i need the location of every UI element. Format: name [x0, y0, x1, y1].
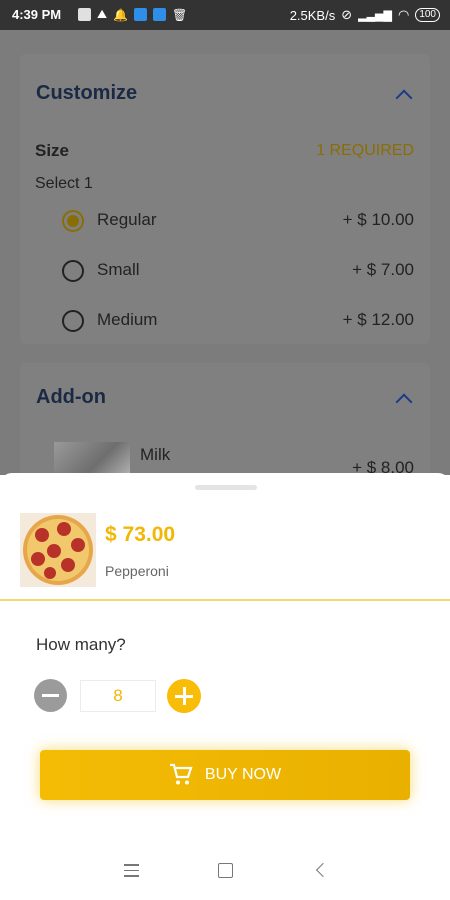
- navigation-bar: [0, 840, 450, 900]
- buy-now-button[interactable]: BUY NOW: [40, 750, 410, 800]
- notification-icons: ⛰ 🔔 🗑: [78, 7, 187, 22]
- product-name: Pepperoni: [105, 563, 169, 579]
- radio-medium[interactable]: [62, 310, 84, 332]
- decrease-button[interactable]: [34, 679, 67, 712]
- option-label[interactable]: Regular: [97, 210, 157, 230]
- status-bar: aaaaa t ias...aticidunt vestibulum 4:39 …: [0, 0, 450, 30]
- home-icon[interactable]: [218, 863, 233, 878]
- app-icon: [134, 8, 148, 21]
- customize-title: Customize: [36, 82, 138, 104]
- addon-label: Milk: [140, 445, 171, 464]
- radio-small[interactable]: [62, 260, 84, 282]
- size-label: Size: [35, 141, 70, 160]
- product-price: $ 73.00: [105, 523, 176, 546]
- status-time: 4:39 PM: [12, 7, 62, 22]
- battery-icon: 100: [415, 8, 440, 22]
- required-badge: 1 REQUIRED: [316, 142, 414, 159]
- wifi-icon: ◠: [397, 7, 410, 22]
- menu-icon[interactable]: [124, 864, 139, 881]
- increase-button[interactable]: [167, 679, 201, 713]
- net-speed: 2.5KB/s: [289, 7, 336, 23]
- background-page: Customize Size 1 REQUIRED Select 1 Regul…: [0, 30, 450, 477]
- bell-icon: 🔔: [113, 7, 129, 22]
- addon-title: Add-on: [36, 386, 106, 408]
- select-hint: Select 1: [35, 175, 93, 192]
- drag-handle[interactable]: [195, 485, 257, 490]
- signal-icon: ▂▃▅▇: [358, 9, 392, 22]
- option-label[interactable]: Medium: [97, 310, 157, 330]
- option-price: + $ 12.00: [342, 310, 414, 329]
- option-price: + $ 7.00: [352, 260, 414, 279]
- mountain-icon: ⛰: [97, 7, 108, 21]
- bottom-sheet: $ 73.00 Pepperoni How many? 8 BUY NOW: [0, 473, 450, 840]
- trash-icon: 🗑: [172, 7, 188, 22]
- customize-card: Customize: [20, 54, 430, 344]
- app-icon: [153, 8, 167, 21]
- quantity-field[interactable]: 8: [80, 680, 156, 712]
- buy-now-label: BUY NOW: [204, 766, 282, 783]
- radio-regular[interactable]: [62, 210, 84, 232]
- option-price: + $ 10.00: [342, 210, 414, 229]
- divider: [0, 599, 450, 601]
- alarm-off-icon: ⊘: [341, 7, 353, 22]
- addon-image: [54, 442, 130, 474]
- chevron-up-icon[interactable]: [395, 393, 413, 411]
- status-right: 2.5KB/s ⊘ ▂▃▅▇ ◠ 100: [290, 7, 440, 23]
- chevron-up-icon[interactable]: [395, 89, 413, 107]
- message-icon: [78, 8, 91, 21]
- cart-icon: [169, 763, 193, 785]
- quantity-label: How many?: [36, 635, 126, 654]
- back-icon[interactable]: [315, 862, 331, 878]
- pizza-icon: [23, 515, 93, 585]
- option-label[interactable]: Small: [97, 260, 140, 280]
- product-image: [20, 513, 96, 587]
